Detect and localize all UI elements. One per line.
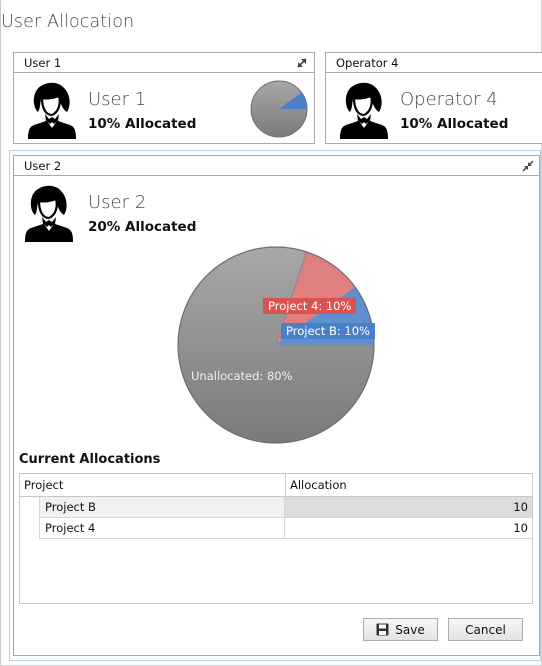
card-header: Operator 4: [326, 53, 542, 73]
grid-header: Project Allocation: [20, 474, 532, 497]
save-button-label: Save: [395, 622, 425, 637]
user-card-operator-4[interactable]: Operator 4 Operator 4 10% Allocated: [325, 52, 542, 144]
cell-allocation: 10: [285, 497, 532, 517]
column-header-allocation[interactable]: Allocation: [286, 474, 533, 496]
column-header-project[interactable]: Project: [20, 474, 285, 496]
collapse-icon[interactable]: [522, 160, 534, 172]
expand-icon[interactable]: [296, 57, 308, 69]
card-header: User 1: [14, 53, 314, 73]
cell-allocation: 10: [513, 521, 528, 535]
pie-label-unallocated: Unallocated: 80%: [191, 369, 293, 383]
current-allocations-title: Current Allocations: [19, 452, 161, 467]
pie-label-project-b: Project B: 10%: [281, 323, 375, 339]
user-avatar-icon: [340, 82, 388, 139]
cancel-button-label: Cancel: [465, 622, 506, 637]
card-header-title: User 1: [24, 56, 62, 70]
cell-project: Project 4: [39, 518, 285, 538]
card-allocation: 10% Allocated: [400, 116, 509, 132]
table-row[interactable]: Project 4 10: [39, 518, 532, 539]
cell-project: Project B: [39, 497, 285, 517]
allocations-grid[interactable]: Project Allocation Project B 10 Project …: [19, 473, 533, 604]
save-disk-icon: [376, 623, 389, 636]
pie-label-project-4: Project 4: 10%: [263, 298, 357, 314]
save-button[interactable]: Save: [363, 618, 438, 641]
card-header-title: User 2: [24, 159, 62, 173]
mini-allocation-pie: [250, 80, 308, 138]
cancel-button[interactable]: Cancel: [448, 618, 523, 641]
card-name: User 1: [88, 89, 147, 110]
card-header-title: Operator 4: [336, 56, 399, 70]
card-allocation: 10% Allocated: [88, 116, 197, 132]
card-name: Operator 4: [400, 89, 498, 110]
card-header: User 2: [14, 156, 539, 176]
app-title: User Allocation: [1, 12, 135, 32]
table-row[interactable]: Project B 10: [39, 497, 532, 518]
user-card-user-1[interactable]: User 1 User 1 10% Allocated: [13, 52, 315, 144]
user-avatar-icon: [28, 82, 76, 139]
allocation-pie-chart: [177, 246, 375, 444]
detail-name: User 2: [88, 192, 147, 213]
user-avatar-icon: [25, 185, 73, 242]
detail-allocation: 20% Allocated: [88, 219, 197, 235]
